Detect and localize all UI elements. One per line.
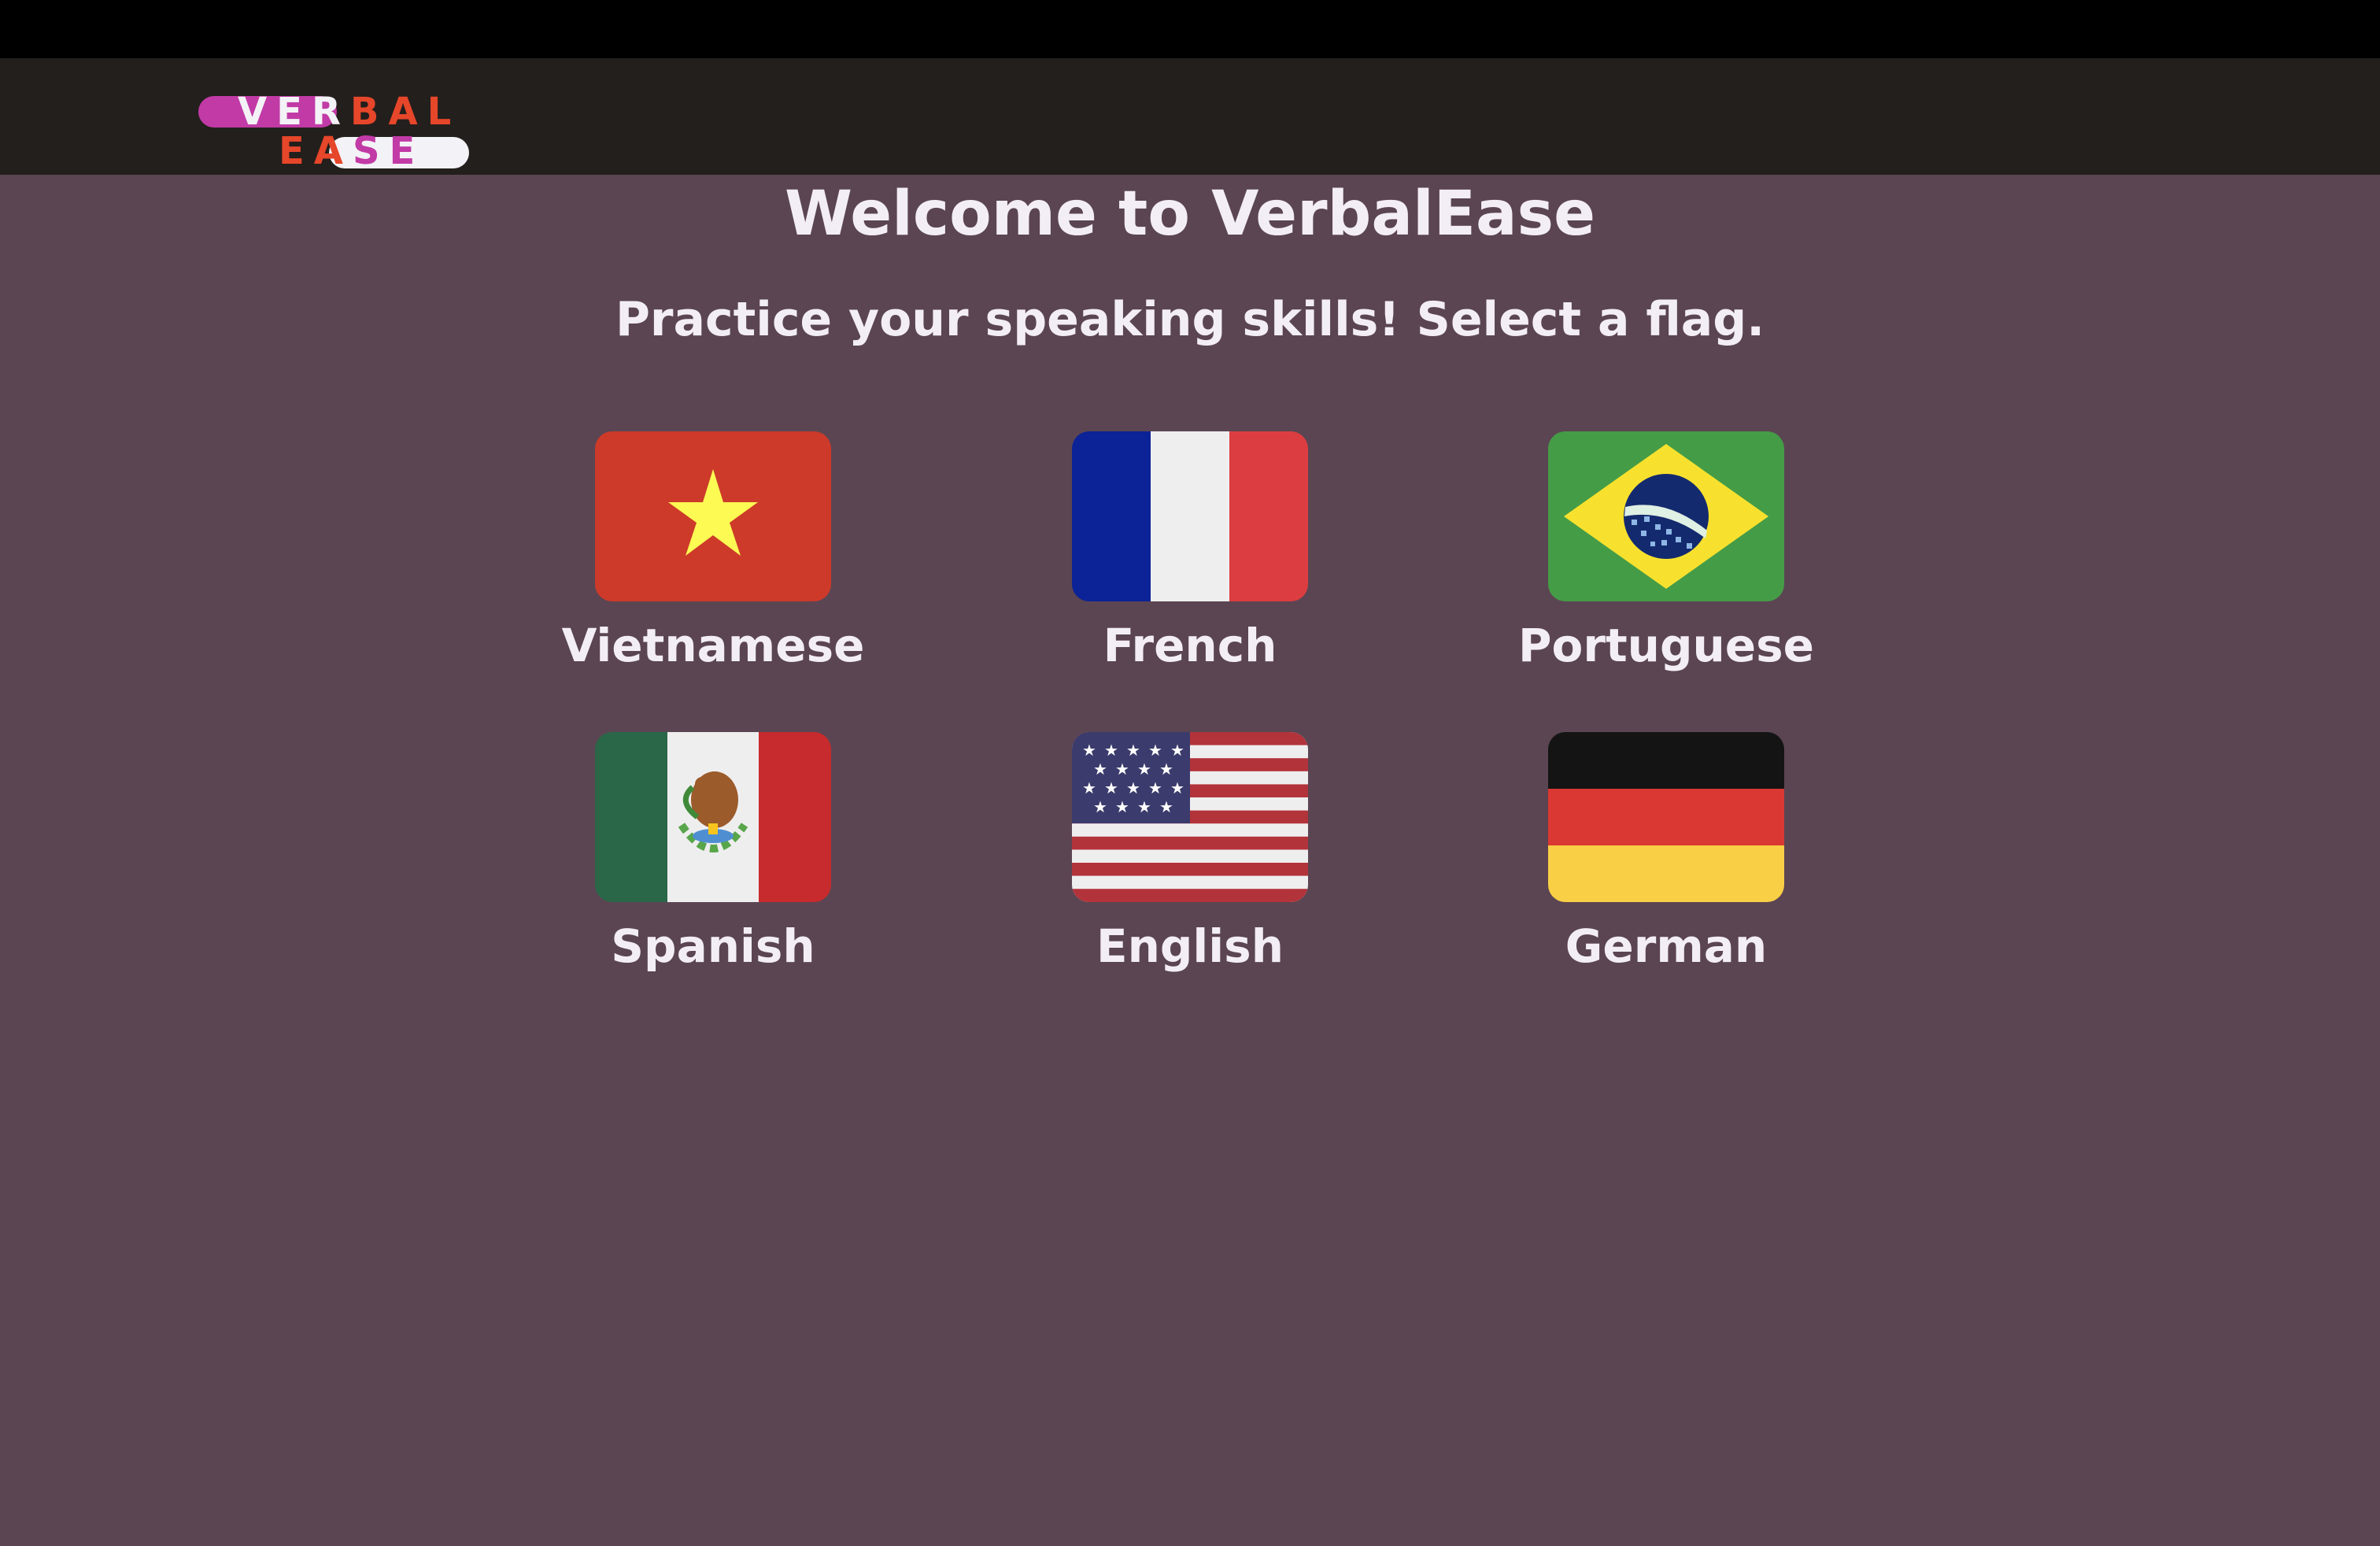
language-option-portuguese[interactable]: Portuguese (1509, 431, 1824, 699)
svg-text:★: ★ (1104, 741, 1118, 760)
svg-text:★: ★ (1082, 779, 1096, 797)
svg-text:★: ★ (1170, 779, 1184, 797)
svg-text:★: ★ (1148, 741, 1162, 760)
language-label: German (1565, 919, 1768, 973)
usa-flag-graphic: ★ ★ ★ ★ ★ ★ ★ ★ ★ ★ ★ ★ ★ ★ ★ ★ ★ ★ (1072, 732, 1308, 902)
language-label: Spanish (611, 919, 815, 973)
mexico-flag-graphic (595, 732, 831, 902)
usa-flag-icon[interactable]: ★ ★ ★ ★ ★ ★ ★ ★ ★ ★ ★ ★ ★ ★ ★ ★ ★ ★ (1072, 732, 1308, 902)
svg-text:★: ★ (1159, 797, 1173, 816)
svg-text:★: ★ (1115, 760, 1129, 779)
svg-text:★: ★ (1093, 760, 1107, 779)
brazil-flag-graphic (1548, 431, 1784, 601)
svg-text:★: ★ (1082, 741, 1096, 760)
language-option-german[interactable]: German (1509, 732, 1824, 1000)
language-option-spanish[interactable]: Spanish (556, 732, 870, 1000)
vietnam-flag-icon[interactable] (595, 431, 831, 601)
brazil-flag-icon[interactable] (1548, 431, 1784, 601)
mexico-flag-icon[interactable] (595, 732, 831, 902)
svg-text:★: ★ (1159, 760, 1173, 779)
svg-text:★: ★ (1093, 797, 1107, 816)
svg-text:★: ★ (1148, 779, 1162, 797)
svg-text:★: ★ (1126, 779, 1140, 797)
language-label: Portuguese (1518, 619, 1814, 672)
language-label: English (1096, 919, 1284, 973)
language-grid: Vietnamese French Portuguese Spanish ★ ★… (0, 0, 2380, 1546)
svg-text:★: ★ (1115, 797, 1129, 816)
language-label: Vietnamese (561, 619, 865, 672)
vietnam-flag-graphic (595, 431, 831, 601)
language-option-english[interactable]: ★ ★ ★ ★ ★ ★ ★ ★ ★ ★ ★ ★ ★ ★ ★ ★ ★ ★ English (1033, 732, 1347, 1000)
svg-text:★: ★ (1137, 760, 1151, 779)
svg-text:★: ★ (1170, 741, 1184, 760)
germany-flag-icon[interactable] (1548, 732, 1784, 902)
language-option-vietnamese[interactable]: Vietnamese (556, 431, 870, 699)
france-flag-graphic (1072, 431, 1308, 601)
germany-flag-graphic (1548, 732, 1784, 902)
language-option-french[interactable]: French (1033, 431, 1347, 699)
france-flag-icon[interactable] (1072, 431, 1308, 601)
svg-text:★: ★ (1126, 741, 1140, 760)
svg-text:★: ★ (1137, 797, 1151, 816)
language-label: French (1103, 619, 1277, 672)
svg-text:★: ★ (1104, 779, 1118, 797)
